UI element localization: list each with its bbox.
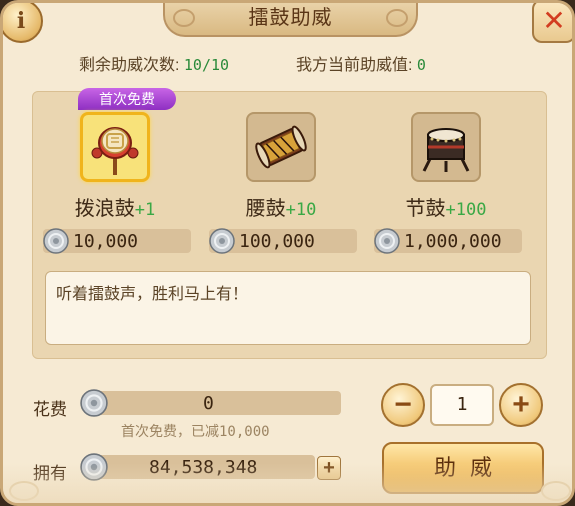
waist-drum-icon <box>255 125 307 169</box>
cost-bar <box>95 391 341 415</box>
cost-value: 0 <box>203 393 214 414</box>
silver-coin-icon <box>43 228 69 254</box>
remaining-cheers: 剩余助威次数: 10/10 <box>79 51 229 75</box>
cheer-message-input[interactable]: 听着擂鼓声，胜利马上有！ <box>45 271 531 345</box>
plus-icon: + <box>512 388 530 421</box>
cheer-dialog: 擂鼓助威 i ✕ 剩余助威次数: 10/10 我方当前助威值: 0 首次免费 拨… <box>0 0 575 506</box>
drum-name-text: 拨浪鼓 <box>74 198 135 220</box>
drum-price: 100,000 <box>239 231 315 252</box>
drum-item-festival[interactable]: 节鼓+100 1,000,000 <box>366 92 526 254</box>
minus-icon: − <box>394 388 412 421</box>
silver-coin-icon <box>80 389 108 417</box>
add-currency-button[interactable]: + <box>317 456 341 480</box>
drum-price: 1,000,000 <box>404 231 502 252</box>
waist-drum-frame[interactable] <box>246 112 316 182</box>
corner-ornament <box>9 481 39 501</box>
title-banner: 擂鼓助威 <box>163 3 418 37</box>
silver-coin-icon <box>209 228 235 254</box>
silver-coin-icon <box>80 453 108 481</box>
remaining-cheers-label: 剩余助威次数: <box>79 57 180 74</box>
drum-name-text: 腰鼓 <box>245 198 286 220</box>
drum-name-text: 节鼓 <box>405 198 446 220</box>
cheer-stats: 剩余助威次数: 10/10 我方当前助威值: 0 <box>3 51 572 75</box>
drum-panel: 首次免费 拨浪鼓+1 10,000 腰鼓+10 100,000 节鼓+100 1… <box>32 88 547 359</box>
cheer-button[interactable]: 助威 <box>382 442 544 494</box>
drum-name: 拨浪鼓+1 <box>35 192 195 221</box>
rattle-drum-frame[interactable] <box>80 112 150 182</box>
info-icon: i <box>16 8 26 34</box>
drum-bonus: +100 <box>445 200 487 220</box>
cost-label: 花费 <box>33 400 67 419</box>
left-swirl-ornament <box>173 9 195 27</box>
decrease-quantity-button[interactable]: − <box>381 383 425 427</box>
silver-coin-icon <box>374 228 400 254</box>
increase-quantity-button[interactable]: + <box>499 383 543 427</box>
festival-drum-frame[interactable] <box>411 112 481 182</box>
close-icon: ✕ <box>542 5 566 36</box>
festival-drum-icon <box>422 128 470 172</box>
first-free-badge: 首次免费 <box>78 88 176 110</box>
rattle-drum-icon <box>91 127 139 175</box>
current-cheer-label: 我方当前助威值: <box>296 57 413 74</box>
drum-price: 10,000 <box>73 231 139 252</box>
drum-name: 腰鼓+10 <box>201 192 361 221</box>
quantity-input[interactable]: 1 <box>430 384 494 426</box>
current-cheer: 我方当前助威值: 0 <box>296 51 426 75</box>
corner-ornament <box>541 481 571 501</box>
owned-label: 拥有 <box>33 464 67 483</box>
discount-note: 首次免费，已减10,000 <box>121 424 270 440</box>
drum-bonus: +10 <box>285 200 317 220</box>
right-swirl-ornament <box>386 9 408 27</box>
remaining-cheers-value: 10/10 <box>183 56 230 74</box>
close-button[interactable]: ✕ <box>532 3 572 43</box>
info-button[interactable]: i <box>3 3 43 43</box>
drum-bonus: +1 <box>134 200 156 220</box>
drum-item-waist[interactable]: 腰鼓+10 100,000 <box>201 92 361 254</box>
current-cheer-value: 0 <box>416 56 426 74</box>
drum-name: 节鼓+100 <box>366 192 526 221</box>
owned-value: 84,538,348 <box>149 457 258 478</box>
drum-item-rattle[interactable]: 首次免费 拨浪鼓+1 10,000 <box>35 88 195 254</box>
dialog-title: 擂鼓助威 <box>248 7 333 29</box>
